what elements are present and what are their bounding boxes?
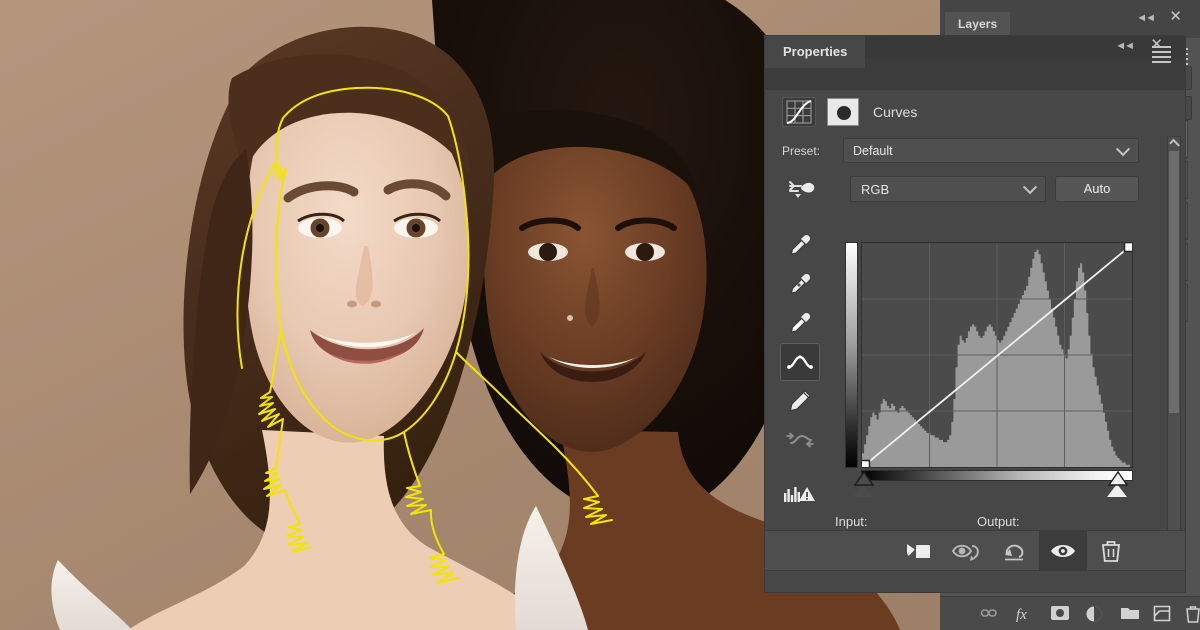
properties-menu-icon[interactable]: [1152, 46, 1171, 66]
tab-layers[interactable]: Layers: [945, 12, 1011, 37]
properties-collapse-icon[interactable]: ◄◄: [1115, 40, 1135, 52]
photoshop-window: Layers ◄◄ ✕ fx ◄◄ ✕ Properties Curves Pr…: [0, 0, 1200, 630]
new-group-icon[interactable]: [1120, 605, 1140, 626]
link-layers-icon[interactable]: [980, 605, 998, 626]
new-adjustment-layer-icon[interactable]: [1085, 605, 1103, 628]
curves-adjustment-icon[interactable]: [782, 97, 816, 127]
properties-panel: ◄◄ ✕ Properties Curves Preset: Default R…: [765, 36, 1185, 592]
properties-footer: [765, 530, 1185, 571]
chevron-down-icon: [1115, 142, 1131, 157]
clip-to-layer-button[interactable]: [895, 531, 943, 571]
layer-styles-fx-icon[interactable]: fx: [1015, 605, 1035, 628]
properties-scrollbar[interactable]: [1167, 136, 1181, 556]
eyedropper-white-point-icon[interactable]: [780, 304, 820, 342]
properties-bottom-strip: [765, 570, 1185, 592]
chevron-down-icon: [1022, 180, 1038, 195]
white-point-slider[interactable]: [1107, 471, 1129, 497]
eyedropper-gray-point-icon[interactable]: [780, 265, 820, 303]
curves-graph[interactable]: [845, 242, 1133, 497]
on-image-adjustment-icon[interactable]: [787, 177, 817, 206]
scrollbar-thumb[interactable]: [1169, 151, 1179, 413]
smooth-curve-icon[interactable]: [780, 421, 820, 459]
auto-button[interactable]: Auto: [1055, 176, 1139, 202]
preset-value: Default: [853, 144, 893, 158]
curves-plot-svg: [862, 243, 1132, 467]
channel-row: RGB Auto: [765, 174, 1185, 208]
eyedropper-black-point-icon[interactable]: [780, 226, 820, 264]
edit-points-curve-icon[interactable]: [780, 343, 820, 381]
preset-row: Preset: Default: [765, 136, 1185, 168]
reset-adjustment-button[interactable]: [991, 531, 1039, 571]
chevron-up-icon[interactable]: [1169, 138, 1180, 150]
add-layer-mask-icon[interactable]: [1050, 605, 1070, 626]
layers-collapse-icon[interactable]: ◄◄: [1136, 12, 1156, 24]
delete-layer-icon[interactable]: [1185, 605, 1200, 628]
adjustment-header: Curves: [765, 90, 1185, 136]
toggle-layer-visibility-button[interactable]: [1039, 531, 1087, 571]
curves-tool-column: [765, 226, 825, 514]
tab-properties[interactable]: Properties: [765, 36, 866, 68]
output-label: Output:: [977, 514, 1020, 529]
curves-plot-area[interactable]: [861, 242, 1133, 468]
draw-curve-pencil-icon[interactable]: [780, 382, 820, 420]
adjustment-title: Curves: [873, 104, 918, 120]
channel-select[interactable]: RGB: [850, 176, 1046, 202]
channel-value: RGB: [861, 182, 890, 197]
input-gradient-ramp: [861, 470, 1133, 481]
delete-adjustment-layer-button[interactable]: [1087, 531, 1135, 571]
histogram-clipping-warning-icon[interactable]: [780, 475, 820, 513]
new-layer-icon[interactable]: [1153, 605, 1171, 627]
preset-select[interactable]: Default: [843, 138, 1139, 163]
output-gradient-ramp: [845, 242, 858, 468]
layer-mask-thumbnail[interactable]: [827, 98, 859, 126]
input-label: Input:: [835, 514, 868, 529]
layers-panel-footer: fx: [940, 596, 1200, 630]
black-point-slider[interactable]: [853, 471, 875, 497]
svg-text:fx: fx: [1016, 607, 1027, 623]
preset-label: Preset:: [782, 144, 821, 158]
layers-close-icon[interactable]: ✕: [1169, 9, 1182, 24]
view-previous-state-button[interactable]: [943, 531, 991, 571]
